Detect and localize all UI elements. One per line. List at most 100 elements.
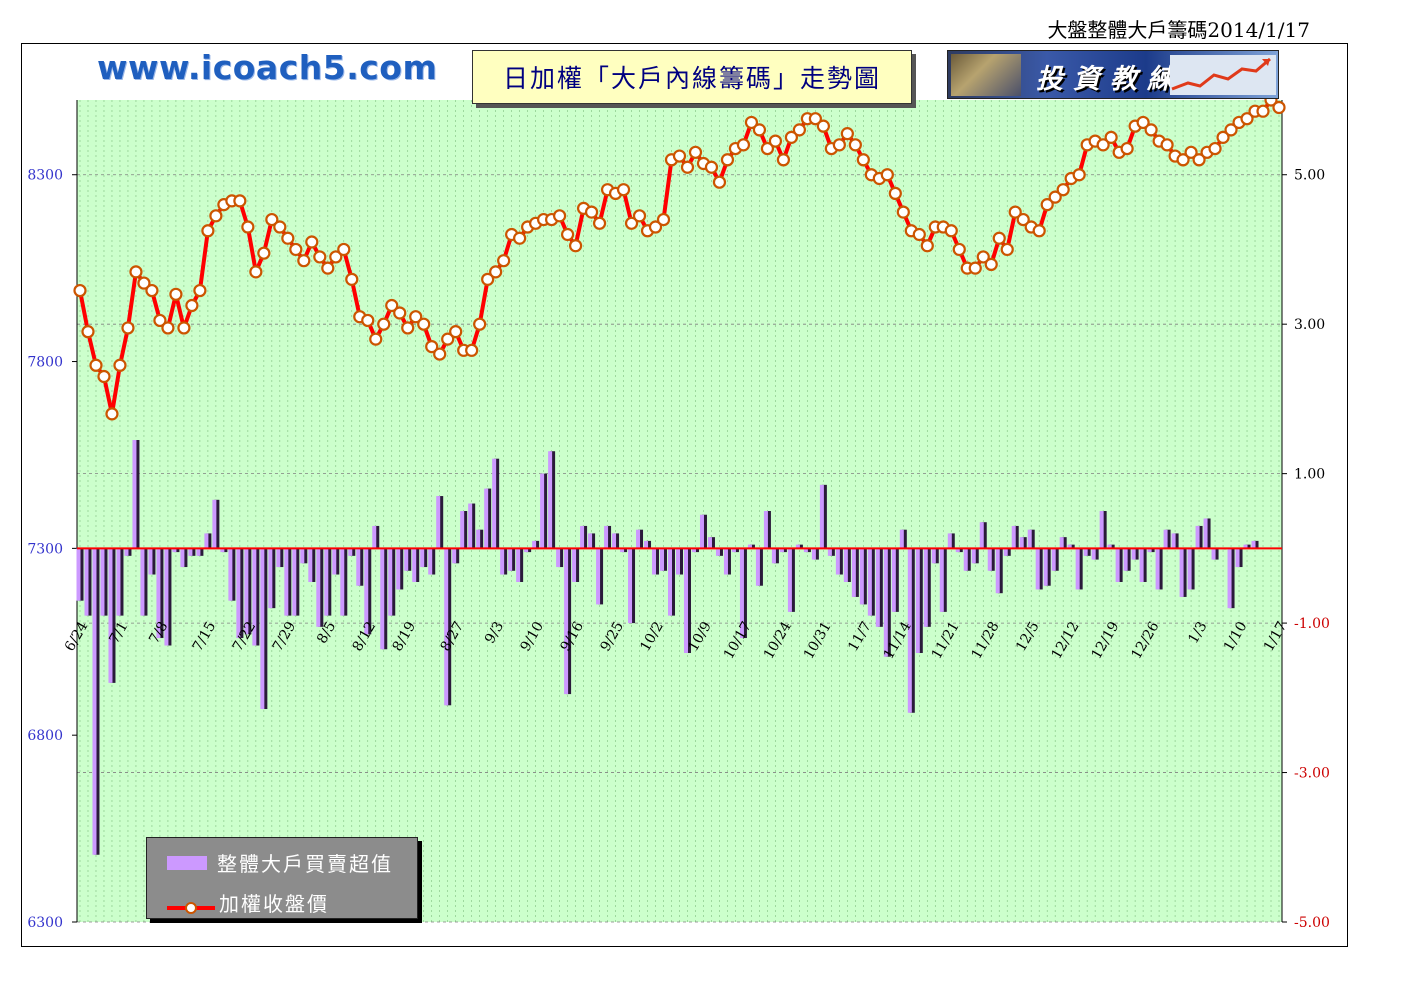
bar: [1059, 537, 1064, 549]
bar: [292, 548, 297, 616]
price-point: [1208, 141, 1222, 156]
bar: [356, 548, 361, 586]
bar: [843, 548, 848, 582]
price-point: [249, 265, 263, 279]
legend-line-label: 加權收盤價: [219, 892, 329, 916]
price-point: [592, 216, 607, 230]
bar: [284, 548, 289, 616]
bar: [236, 548, 241, 639]
price-point: [632, 209, 647, 223]
left-tick-label: 6300: [27, 915, 63, 931]
price-point: [145, 283, 159, 298]
bar: [1019, 537, 1024, 549]
price-point: [968, 261, 982, 275]
bar: [1099, 511, 1104, 549]
price-point: [896, 205, 910, 219]
bar: [1155, 548, 1160, 590]
price-point: [289, 242, 303, 257]
bar: [84, 548, 89, 616]
price-point: [736, 138, 751, 152]
logo-chart-icon: [1170, 55, 1276, 95]
bar: [532, 540, 537, 549]
price-point: [1032, 224, 1046, 238]
bar: [1211, 548, 1216, 560]
price-point: [1104, 130, 1118, 144]
bar: [396, 548, 401, 590]
logo: 投資教練: [947, 50, 1279, 99]
price-point: [912, 227, 926, 242]
bar: [140, 548, 145, 616]
bar: [548, 451, 553, 549]
price-point: [161, 321, 175, 335]
bar: [452, 548, 457, 564]
right-tick-label: -5.00: [1294, 915, 1330, 931]
bar: [1091, 548, 1096, 560]
bar: [771, 548, 776, 564]
bar: [859, 548, 864, 605]
price-point: [1256, 104, 1270, 118]
bar: [963, 548, 968, 571]
bar: [596, 548, 601, 605]
bar: [444, 548, 449, 706]
bar: [1235, 548, 1240, 568]
bar: [260, 548, 265, 710]
bar: [196, 548, 201, 556]
bar: [811, 548, 816, 560]
right-tick-label: -3.00: [1294, 766, 1330, 782]
price-point: [656, 212, 671, 227]
bar: [1043, 548, 1048, 586]
bar: [915, 548, 920, 653]
bar: [1139, 548, 1144, 582]
left-tick-label: 6800: [27, 728, 63, 744]
legend-bar-label: 整體大戶買賣超值: [217, 852, 393, 876]
bar: [1123, 548, 1128, 571]
bar: [883, 548, 888, 657]
bar: [388, 548, 393, 616]
logo-text: 投資教練: [1036, 64, 1184, 95]
price-point: [401, 321, 415, 335]
price-point: [680, 160, 695, 174]
bar: [180, 548, 185, 568]
right-tick-label: -1.00: [1294, 616, 1330, 632]
bar: [612, 533, 617, 549]
bar: [867, 548, 872, 616]
bar: [436, 496, 441, 549]
right-tick-label: 1.00: [1294, 467, 1325, 483]
site-url[interactable]: www.icoach5.com: [97, 48, 437, 87]
price-point: [920, 239, 934, 253]
left-tick-label: 7800: [27, 355, 63, 371]
bar: [92, 548, 97, 855]
price-point: [209, 209, 223, 223]
bar: [995, 548, 1000, 594]
bar: [460, 511, 465, 549]
bar: [324, 548, 329, 616]
bar: [636, 529, 641, 549]
bar: [660, 548, 665, 571]
price-point: [73, 283, 87, 298]
bar: [212, 499, 217, 549]
bar: [1115, 548, 1120, 582]
price-point: [417, 317, 431, 331]
bar: [1083, 548, 1088, 556]
bar: [707, 537, 712, 549]
bar: [420, 548, 425, 568]
bar: [476, 529, 481, 549]
price-point: [704, 160, 719, 174]
price-point: [433, 347, 447, 361]
bar: [939, 548, 944, 612]
legend: 整體大戶買賣超值 加權收盤價: [146, 837, 418, 919]
price-point: [952, 242, 966, 257]
bar: [412, 548, 417, 582]
bar: [1027, 529, 1032, 549]
price-point: [1160, 138, 1174, 152]
bar: [268, 548, 273, 609]
price-point: [129, 265, 143, 279]
bar: [132, 440, 137, 549]
price-point: [840, 127, 854, 141]
left-tick-label: 7300: [27, 541, 63, 557]
price-point: [552, 209, 567, 223]
price-point: [377, 317, 391, 331]
bar: [308, 548, 313, 582]
price-point: [1000, 242, 1014, 257]
right-axis-ticks: 5.00 3.00 1.00 -1.00 -3.00 -5.00: [1282, 168, 1330, 931]
